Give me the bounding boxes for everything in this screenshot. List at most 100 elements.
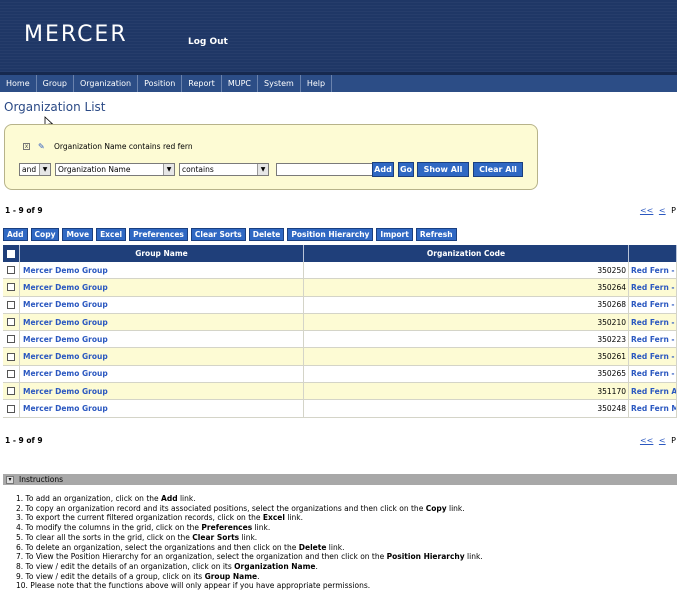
nav-item-system[interactable]: System xyxy=(258,75,301,92)
mercer-logo: MERCER xyxy=(24,22,128,47)
org-name-link[interactable]: Red Fern - xyxy=(629,335,675,344)
org-name-cell: Red Fern - xyxy=(629,331,677,348)
go-button[interactable]: Go xyxy=(398,162,414,177)
move-button[interactable]: Move xyxy=(62,228,94,241)
org-name-link[interactable]: Red Fern M xyxy=(629,404,676,413)
conjunction-select[interactable]: and ▼ xyxy=(19,163,51,176)
filter-summary: Organization Name contains red fern xyxy=(54,142,193,151)
instruction-keyword: Preferences xyxy=(201,523,253,533)
checkbox-icon xyxy=(7,249,15,258)
first-page-link[interactable]: << xyxy=(640,206,653,215)
col-group-name[interactable]: Group Name xyxy=(20,245,304,262)
nav-item-position[interactable]: Position xyxy=(138,75,183,92)
prev-page-link[interactable]: < xyxy=(659,436,666,445)
group-name-link[interactable]: Mercer Demo Group xyxy=(20,283,108,292)
instruction-item: 10. Please note that the functions above… xyxy=(16,581,483,591)
first-page-link[interactable]: << xyxy=(640,436,653,445)
nav-item-organization[interactable]: Organization xyxy=(74,75,139,92)
edit-filter-icon[interactable]: ✎ xyxy=(38,142,46,151)
table-row: Mercer Demo Group 351170 Red Fern A xyxy=(3,383,677,401)
preferences-button[interactable]: Preferences xyxy=(129,228,188,241)
org-name-link[interactable]: Red Fern - xyxy=(629,283,675,292)
nav-item-report[interactable]: Report xyxy=(182,75,222,92)
logout-link[interactable]: Log Out xyxy=(188,37,228,47)
org-name-link[interactable]: Red Fern - xyxy=(629,318,675,327)
group-name-link[interactable]: Mercer Demo Group xyxy=(20,318,108,327)
instruction-keyword: Group Name xyxy=(204,571,258,581)
add-button[interactable]: Add xyxy=(3,228,28,241)
instruction-text: 1. To add an organization, click on the xyxy=(16,494,162,503)
group-name-link[interactable]: Mercer Demo Group xyxy=(20,335,108,344)
prev-page-link[interactable]: < xyxy=(659,206,666,215)
nav-item-help[interactable]: Help xyxy=(301,75,333,92)
main-nav: Home Group Organization Position Report MUPC S… xyxy=(0,72,677,92)
instruction-text: link. xyxy=(464,552,483,562)
row-checkbox[interactable] xyxy=(3,262,20,279)
conjunction-value: and xyxy=(22,165,37,174)
row-checkbox[interactable] xyxy=(3,400,20,417)
group-name-link[interactable]: Mercer Demo Group xyxy=(20,404,108,413)
show-all-button[interactable]: Show All xyxy=(417,162,469,177)
select-all-checkbox[interactable] xyxy=(3,245,20,262)
clear-sorts-button[interactable]: Clear Sorts xyxy=(190,228,246,241)
org-code-cell: 350248 xyxy=(304,400,629,417)
org-name-link[interactable]: Red Fern - xyxy=(629,369,675,378)
pager-next-partial[interactable]: P xyxy=(671,436,676,445)
collapse-icon[interactable]: ▾ xyxy=(6,475,14,484)
remove-filter-icon[interactable]: x xyxy=(23,143,30,150)
instructions-header[interactable]: ▾ Instructions xyxy=(3,474,677,485)
col-org-code[interactable]: Organization Code xyxy=(304,245,629,262)
row-checkbox[interactable] xyxy=(3,313,20,331)
instruction-text: 9. To view / edit the details of a group… xyxy=(16,571,205,581)
org-code-value: 350250 xyxy=(597,265,626,275)
instruction-keyword: Excel xyxy=(262,513,285,523)
org-name-link[interactable]: Red Fern - xyxy=(629,266,675,275)
delete-button[interactable]: Delete xyxy=(248,228,285,241)
group-name-link[interactable]: Mercer Demo Group xyxy=(20,387,108,396)
nav-item-mupc[interactable]: MUPC xyxy=(222,75,258,92)
group-name-link[interactable]: Mercer Demo Group xyxy=(20,300,108,309)
org-name-cell: Red Fern - xyxy=(629,348,677,365)
row-checkbox[interactable] xyxy=(3,331,20,348)
instruction-item: 5. To clear all the sorts in the grid, c… xyxy=(16,533,483,543)
org-name-link[interactable]: Red Fern A xyxy=(629,387,676,396)
group-name-link[interactable]: Mercer Demo Group xyxy=(20,352,108,361)
import-button[interactable]: Import xyxy=(376,228,413,241)
group-name-link[interactable]: Mercer Demo Group xyxy=(20,369,108,378)
checkbox-icon xyxy=(7,404,15,413)
org-name-link[interactable]: Red Fern - , xyxy=(629,300,676,309)
org-code-cell: 350210 xyxy=(304,313,629,331)
instruction-keyword: Organization Name xyxy=(234,561,316,571)
org-code-cell: 350268 xyxy=(304,296,629,313)
pager-next-partial[interactable]: P xyxy=(671,206,676,215)
position-hierarchy-button[interactable]: Position Hierarchy xyxy=(287,228,374,241)
clear-all-button[interactable]: Clear All xyxy=(473,162,523,177)
add-filter-button[interactable]: Add xyxy=(372,162,394,177)
col-org-name[interactable] xyxy=(629,245,677,262)
pager-top: << < P xyxy=(637,206,676,215)
row-checkbox[interactable] xyxy=(3,279,20,296)
group-name-link[interactable]: Mercer Demo Group xyxy=(20,266,108,275)
nav-item-group[interactable]: Group xyxy=(37,75,74,92)
filter-value-input[interactable] xyxy=(276,163,374,176)
org-name-link[interactable]: Red Fern - xyxy=(629,352,675,361)
instruction-item: 7. To View the Position Hierarchy for an… xyxy=(16,552,483,562)
operator-select[interactable]: contains ▼ xyxy=(179,163,269,176)
row-checkbox[interactable] xyxy=(3,365,20,383)
copy-button[interactable]: Copy xyxy=(30,228,60,241)
instruction-keyword: Clear Sorts xyxy=(192,532,240,542)
instruction-keyword: Copy xyxy=(425,503,447,513)
group-name-cell: Mercer Demo Group xyxy=(20,383,304,400)
refresh-button[interactable]: Refresh xyxy=(415,228,457,241)
row-checkbox[interactable] xyxy=(3,296,20,313)
field-select[interactable]: Organization Name ▼ xyxy=(55,163,175,176)
instruction-text: . xyxy=(315,561,318,571)
row-checkbox[interactable] xyxy=(3,383,20,400)
org-code-value: 350268 xyxy=(597,300,626,310)
row-checkbox[interactable] xyxy=(3,348,20,365)
excel-button[interactable]: Excel xyxy=(96,228,127,241)
instruction-text: 4. To modify the columns in the grid, cl… xyxy=(16,523,202,533)
org-code-value: 350261 xyxy=(597,352,626,362)
record-count-bottom: 1 - 9 of 9 xyxy=(5,436,43,445)
nav-item-home[interactable]: Home xyxy=(0,75,37,92)
